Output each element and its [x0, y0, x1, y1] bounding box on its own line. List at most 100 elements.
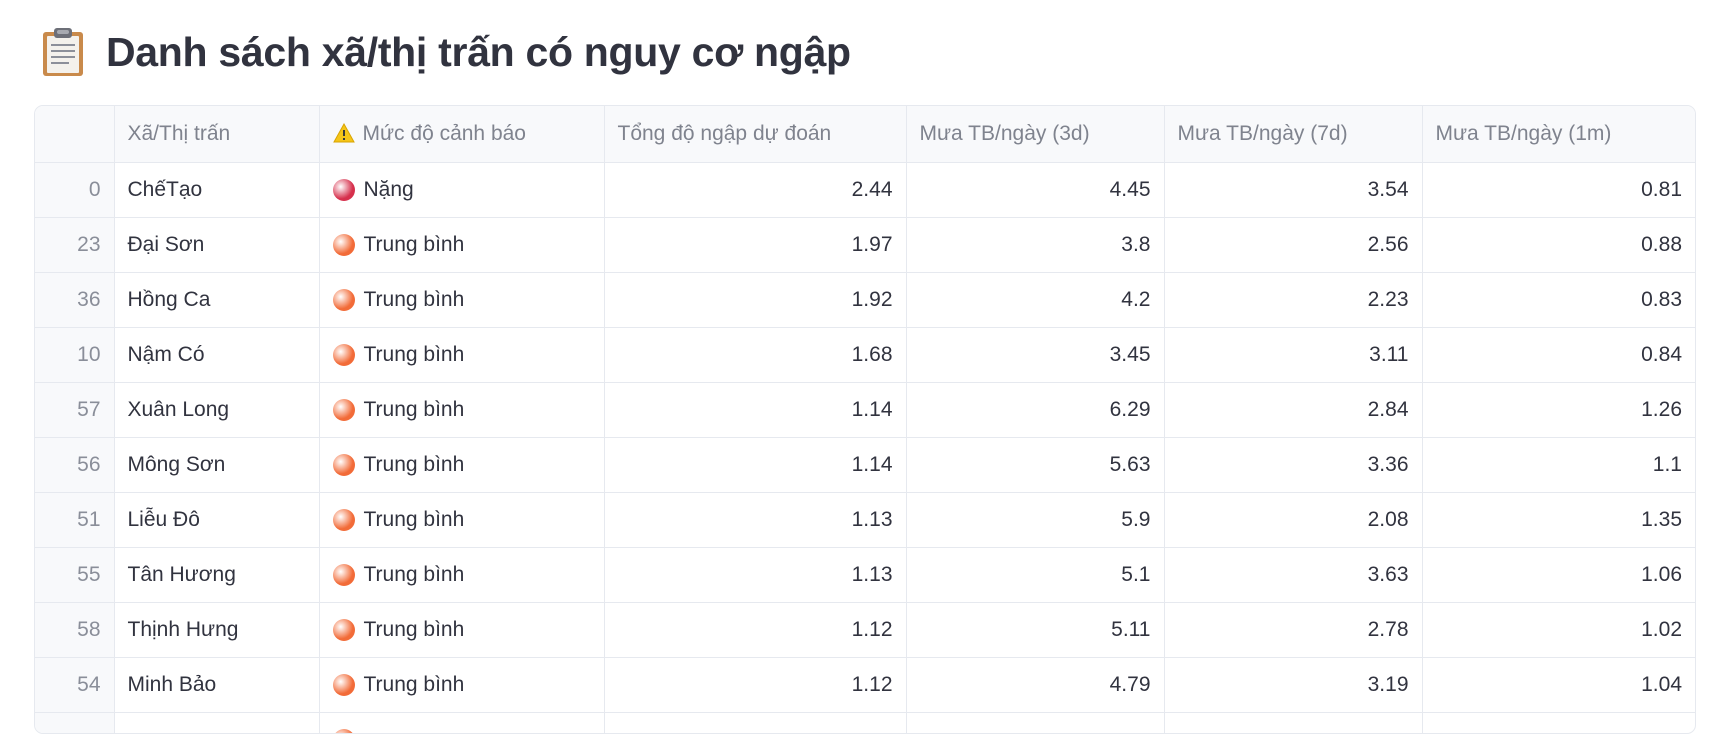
- rain3d-cell[interactable]: 3.45: [906, 327, 1165, 383]
- total-cell[interactable]: 1.13: [604, 547, 907, 603]
- rain7d-cell[interactable]: 2.08: [1164, 492, 1423, 548]
- rain3d-cell[interactable]: 5.1: [906, 547, 1165, 603]
- level-label: Trung bình: [363, 672, 465, 696]
- total-cell[interactable]: [604, 712, 907, 733]
- rain1m-cell[interactable]: [1422, 712, 1695, 733]
- commune-cell[interactable]: [114, 712, 320, 733]
- rain1m-cell[interactable]: 0.81: [1422, 162, 1695, 218]
- level-cell[interactable]: [319, 712, 605, 733]
- rain7d-cell[interactable]: 2.84: [1164, 382, 1423, 438]
- commune-cell[interactable]: Minh Bảo: [114, 657, 320, 713]
- rain3d-cell[interactable]: 6.29: [906, 382, 1165, 438]
- level-cell[interactable]: Trung bình: [319, 547, 605, 603]
- level-cell[interactable]: Trung bình: [319, 382, 605, 438]
- level-cell[interactable]: Trung bình: [319, 657, 605, 713]
- level-label: Trung bình: [363, 617, 465, 641]
- table-row[interactable]: 36 Hồng Ca Trung bình 1.92 4.2 2.23 0.83: [35, 272, 1695, 328]
- row-index: 51: [35, 492, 115, 548]
- level-label: Trung bình: [363, 452, 465, 476]
- table-row-partial[interactable]: [35, 712, 1695, 733]
- commune-cell[interactable]: Đại Sơn: [114, 217, 320, 273]
- total-cell[interactable]: 1.97: [604, 217, 907, 273]
- rain1m-cell[interactable]: 0.84: [1422, 327, 1695, 383]
- total-cell[interactable]: 2.44: [604, 162, 907, 218]
- table-row[interactable]: 10 Nậm Có Trung bình 1.68 3.45 3.11 0.84: [35, 327, 1695, 383]
- rain3d-cell[interactable]: 5.11: [906, 602, 1165, 658]
- column-header-level[interactable]: Mức độ cảnh báo: [319, 106, 605, 163]
- level-cell[interactable]: Trung bình: [319, 272, 605, 328]
- commune-cell[interactable]: Thịnh Hưng: [114, 602, 320, 658]
- level-cell[interactable]: Trung bình: [319, 492, 605, 548]
- rain1m-cell[interactable]: 1.35: [1422, 492, 1695, 548]
- rain7d-cell[interactable]: 3.36: [1164, 437, 1423, 493]
- column-header-index[interactable]: [35, 106, 115, 163]
- table-row[interactable]: 56 Mông Sơn Trung bình 1.14 5.63 3.36 1.…: [35, 437, 1695, 493]
- rain3d-cell[interactable]: 5.9: [906, 492, 1165, 548]
- red-circle-icon: [332, 178, 355, 201]
- column-header-rain1m[interactable]: Mưa TB/ngày (1m): [1422, 106, 1695, 163]
- table-row[interactable]: 23 Đại Sơn Trung bình 1.97 3.8 2.56 0.88: [35, 217, 1695, 273]
- level-label: Trung bình: [363, 397, 465, 421]
- commune-cell[interactable]: Mông Sơn: [114, 437, 320, 493]
- clipboard-icon: [43, 28, 83, 76]
- rain1m-cell[interactable]: 0.88: [1422, 217, 1695, 273]
- rain7d-cell[interactable]: [1164, 712, 1423, 733]
- column-header-commune[interactable]: Xã/Thị trấn: [114, 106, 320, 163]
- rain7d-cell[interactable]: 3.54: [1164, 162, 1423, 218]
- rain7d-cell[interactable]: 2.56: [1164, 217, 1423, 273]
- rain7d-cell[interactable]: 3.63: [1164, 547, 1423, 603]
- column-header-level-label: Mức độ cảnh báo: [362, 121, 527, 145]
- row-index: 54: [35, 657, 115, 713]
- rain3d-cell[interactable]: 3.8: [906, 217, 1165, 273]
- table-row[interactable]: 57 Xuân Long Trung bình 1.14 6.29 2.84 1…: [35, 382, 1695, 438]
- rain3d-cell[interactable]: 4.79: [906, 657, 1165, 713]
- orange-circle-icon: [332, 618, 355, 641]
- commune-cell[interactable]: Xuân Long: [114, 382, 320, 438]
- commune-cell[interactable]: Tân Hương: [114, 547, 320, 603]
- level-cell[interactable]: Trung bình: [319, 327, 605, 383]
- column-header-rain3d[interactable]: Mưa TB/ngày (3d): [906, 106, 1165, 163]
- table-row[interactable]: 58 Thịnh Hưng Trung bình 1.12 5.11 2.78 …: [35, 602, 1695, 658]
- orange-circle-icon: [332, 233, 355, 256]
- level-label: Trung bình: [363, 562, 465, 586]
- rain7d-cell[interactable]: 2.23: [1164, 272, 1423, 328]
- total-cell[interactable]: 1.12: [604, 657, 907, 713]
- table-row[interactable]: 55 Tân Hương Trung bình 1.13 5.1 3.63 1.…: [35, 547, 1695, 603]
- total-cell[interactable]: 1.14: [604, 382, 907, 438]
- commune-cell[interactable]: Liễu Đô: [114, 492, 320, 548]
- level-cell[interactable]: Nặng: [319, 162, 605, 218]
- orange-circle-icon: [332, 728, 355, 733]
- rain3d-cell[interactable]: 4.45: [906, 162, 1165, 218]
- total-cell[interactable]: 1.14: [604, 437, 907, 493]
- commune-cell[interactable]: ChếTạo: [114, 162, 320, 218]
- commune-cell[interactable]: Nậm Có: [114, 327, 320, 383]
- table-row[interactable]: 51 Liễu Đô Trung bình 1.13 5.9 2.08 1.35: [35, 492, 1695, 548]
- table-row[interactable]: 54 Minh Bảo Trung bình 1.12 4.79 3.19 1.…: [35, 657, 1695, 713]
- total-cell[interactable]: 1.12: [604, 602, 907, 658]
- rain1m-cell[interactable]: 0.83: [1422, 272, 1695, 328]
- rain7d-cell[interactable]: 3.19: [1164, 657, 1423, 713]
- rain1m-cell[interactable]: 1.1: [1422, 437, 1695, 493]
- column-header-total[interactable]: Tổng độ ngập dự đoán: [604, 106, 907, 163]
- rain1m-cell[interactable]: 1.26: [1422, 382, 1695, 438]
- commune-cell[interactable]: Hồng Ca: [114, 272, 320, 328]
- rain3d-cell[interactable]: 4.2: [906, 272, 1165, 328]
- level-label: Nặng: [363, 177, 414, 201]
- level-cell[interactable]: Trung bình: [319, 437, 605, 493]
- level-cell[interactable]: Trung bình: [319, 602, 605, 658]
- rain7d-cell[interactable]: 3.11: [1164, 327, 1423, 383]
- rain1m-cell[interactable]: 1.06: [1422, 547, 1695, 603]
- table-row[interactable]: 0 ChếTạo Nặng 2.44 4.45 3.54 0.81: [35, 162, 1695, 218]
- data-table[interactable]: Xã/Thị trấn Mức độ cảnh báo Tổng độ ngập…: [34, 105, 1696, 734]
- column-header-rain7d[interactable]: Mưa TB/ngày (7d): [1164, 106, 1423, 163]
- rain7d-cell[interactable]: 2.78: [1164, 602, 1423, 658]
- total-cell[interactable]: 1.92: [604, 272, 907, 328]
- rain3d-cell[interactable]: [906, 712, 1165, 733]
- total-cell[interactable]: 1.13: [604, 492, 907, 548]
- level-cell[interactable]: Trung bình: [319, 217, 605, 273]
- rain3d-cell[interactable]: 5.63: [906, 437, 1165, 493]
- orange-circle-icon: [332, 343, 355, 366]
- rain1m-cell[interactable]: 1.02: [1422, 602, 1695, 658]
- rain1m-cell[interactable]: 1.04: [1422, 657, 1695, 713]
- total-cell[interactable]: 1.68: [604, 327, 907, 383]
